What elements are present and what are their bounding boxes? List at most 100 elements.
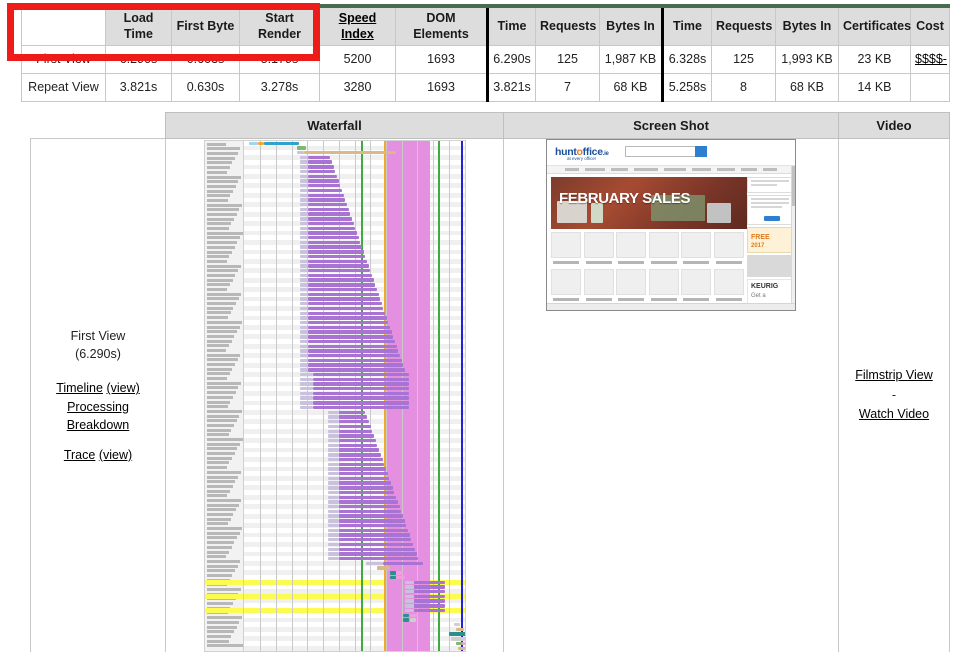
- waterfall-bar[interactable]: [339, 519, 405, 523]
- waterfall-bar[interactable]: [339, 472, 388, 476]
- waterfall-bar[interactable]: [299, 240, 309, 245]
- waterfall-bar[interactable]: [299, 287, 309, 292]
- waterfall-bar[interactable]: [299, 226, 309, 230]
- waterfall-bar[interactable]: [409, 613, 419, 617]
- waterfall-bar[interactable]: [328, 547, 340, 551]
- waterfall-bar[interactable]: [339, 495, 397, 499]
- waterfall-bar[interactable]: [299, 184, 309, 188]
- waterfall-bar[interactable]: [339, 448, 380, 452]
- waterfall-bar[interactable]: [405, 585, 414, 589]
- waterfall-bar[interactable]: [308, 184, 341, 188]
- waterfall-bar[interactable]: [299, 174, 309, 179]
- waterfall-bar[interactable]: [339, 552, 417, 556]
- waterfall-bar[interactable]: [308, 358, 402, 363]
- waterfall-bar[interactable]: [383, 561, 423, 566]
- waterfall-bar[interactable]: [299, 207, 309, 212]
- waterfall-bar[interactable]: [413, 585, 445, 589]
- site-nav-item[interactable]: [763, 168, 777, 172]
- waterfall-bar[interactable]: [308, 250, 364, 254]
- waterfall-bar[interactable]: [299, 217, 309, 221]
- waterfall-bar[interactable]: [308, 160, 332, 164]
- category-tile[interactable]: [713, 269, 744, 295]
- waterfall-bar[interactable]: [339, 481, 392, 485]
- waterfall-bar[interactable]: [299, 297, 309, 301]
- waterfall-bar[interactable]: [299, 193, 309, 197]
- waterfall-bar[interactable]: [308, 198, 346, 202]
- waterfall-bar[interactable]: [339, 547, 415, 551]
- waterfall-bar[interactable]: [297, 146, 307, 150]
- waterfall-bar[interactable]: [339, 453, 381, 457]
- waterfall-bar[interactable]: [299, 231, 309, 235]
- waterfall-bar[interactable]: [405, 580, 414, 584]
- category-tile[interactable]: [681, 232, 711, 258]
- waterfall-bar[interactable]: [248, 141, 258, 145]
- waterfall-bar[interactable]: [308, 236, 359, 240]
- waterfall-bar[interactable]: [308, 212, 351, 216]
- waterfall-bar[interactable]: [308, 264, 369, 268]
- waterfall-bar[interactable]: [339, 533, 410, 537]
- waterfall-bar[interactable]: [308, 165, 334, 169]
- waterfall-bar[interactable]: [405, 608, 414, 613]
- waterfall-bar[interactable]: [299, 254, 309, 259]
- waterfall-bar[interactable]: [308, 273, 372, 278]
- site-nav-item[interactable]: [585, 168, 605, 172]
- waterfall-bar[interactable]: [299, 387, 313, 391]
- header-speed-index[interactable]: Speed Index: [319, 5, 396, 47]
- waterfall-bar[interactable]: [339, 505, 400, 509]
- category-tile[interactable]: [713, 232, 744, 258]
- waterfall-bar[interactable]: [328, 457, 340, 462]
- waterfall-bar[interactable]: [299, 363, 309, 367]
- waterfall-bar[interactable]: [328, 453, 340, 457]
- waterfall-bar[interactable]: [389, 571, 397, 575]
- waterfall-bar[interactable]: [402, 618, 410, 622]
- waterfall-bar[interactable]: [462, 641, 465, 646]
- waterfall-bar[interactable]: [328, 505, 340, 509]
- waterfall-bar[interactable]: [328, 533, 340, 537]
- waterfall-bar[interactable]: [308, 344, 397, 348]
- category-tile[interactable]: [583, 232, 614, 258]
- waterfall-bar[interactable]: [299, 292, 309, 297]
- waterfall-bar[interactable]: [328, 467, 340, 471]
- category-tile[interactable]: [551, 232, 581, 258]
- waterfall-bar[interactable]: [413, 590, 445, 594]
- waterfall-bar[interactable]: [308, 259, 367, 263]
- screenshot-cell[interactable]: huntoffice.ie at every office! FEBRUARY …: [503, 138, 839, 652]
- waterfall-chart[interactable]: [203, 140, 466, 652]
- waterfall-bar[interactable]: [328, 495, 340, 499]
- waterfall-bar[interactable]: [308, 354, 401, 358]
- filmstrip-view-link[interactable]: Filmstrip View: [855, 368, 933, 382]
- waterfall-bar[interactable]: [413, 594, 445, 599]
- waterfall-bar[interactable]: [257, 141, 265, 145]
- waterfall-bar[interactable]: [376, 566, 390, 570]
- site-search-icon[interactable]: [695, 146, 707, 157]
- waterfall-bar[interactable]: [339, 476, 390, 481]
- waterfall-bar[interactable]: [308, 302, 382, 306]
- waterfall-bar[interactable]: [328, 420, 340, 424]
- waterfall-bar[interactable]: [299, 264, 309, 268]
- cost-link[interactable]: $$$$-: [915, 52, 947, 66]
- waterfall-bar[interactable]: [299, 273, 309, 278]
- waterfall-bar[interactable]: [328, 410, 340, 415]
- waterfall-bar[interactable]: [308, 193, 344, 197]
- waterfall-bar[interactable]: [328, 552, 340, 556]
- waterfall-bar[interactable]: [299, 269, 309, 273]
- waterfall-bar[interactable]: [299, 344, 309, 348]
- waterfall-bar[interactable]: [339, 509, 402, 514]
- waterfall-bar[interactable]: [328, 434, 340, 438]
- waterfall-bar[interactable]: [339, 467, 386, 471]
- waterfall-bar[interactable]: [405, 604, 414, 608]
- waterfall-bar[interactable]: [339, 429, 373, 433]
- waterfall-bar[interactable]: [339, 523, 407, 528]
- processing-breakdown-link[interactable]: Processing Breakdown: [67, 400, 130, 432]
- waterfall-bar[interactable]: [308, 363, 404, 367]
- waterfall-bar[interactable]: [365, 561, 384, 566]
- sidebar-brand-keurig[interactable]: KEURIG Get a: [747, 279, 793, 305]
- waterfall-bar[interactable]: [299, 330, 309, 334]
- waterfall-bar[interactable]: [396, 571, 403, 575]
- waterfall-bar[interactable]: [299, 259, 309, 263]
- waterfall-bar[interactable]: [339, 443, 378, 448]
- waterfall-bar[interactable]: [312, 372, 410, 377]
- waterfall-bar[interactable]: [308, 297, 381, 301]
- waterfall-bar[interactable]: [299, 311, 309, 315]
- waterfall-bar[interactable]: [413, 604, 445, 608]
